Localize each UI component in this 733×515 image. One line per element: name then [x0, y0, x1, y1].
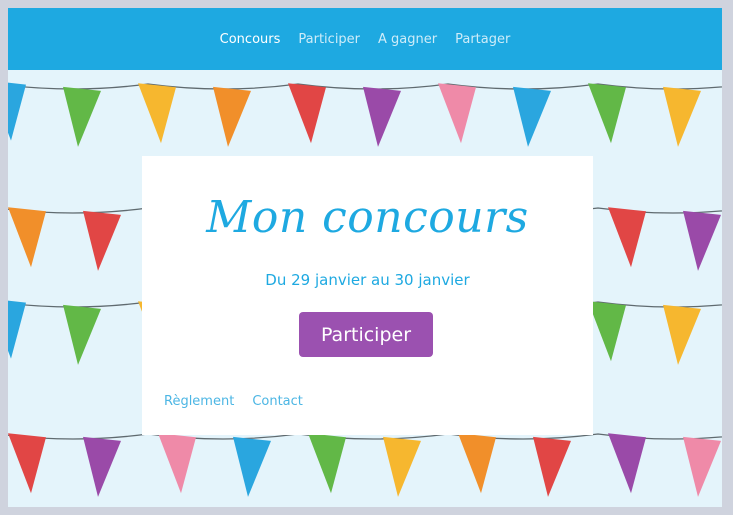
bunting-flag	[588, 301, 626, 362]
bunting-flag	[8, 433, 46, 494]
bunting-flag	[683, 210, 721, 271]
bunting-flag	[608, 433, 646, 494]
bunting-flag	[63, 304, 101, 365]
contest-card: Mon concours Du 29 janvier au 30 janvier…	[142, 156, 593, 435]
bunting-flag	[83, 210, 121, 271]
bunting-flag	[683, 436, 721, 497]
bunting-flag	[233, 436, 271, 497]
bunting-flag	[213, 86, 251, 147]
bunting-flag	[288, 83, 326, 144]
bunting-flag	[588, 83, 626, 144]
bunting-flag	[308, 433, 346, 494]
contest-dates: Du 29 janvier au 30 janvier	[265, 271, 470, 289]
bunting-flag	[363, 86, 401, 147]
bunting-flag	[158, 433, 196, 494]
nav-item-a-gagner[interactable]: A gagner	[378, 32, 437, 47]
bunting-flag	[608, 207, 646, 268]
bunting-flag	[513, 86, 551, 147]
bunting-flag	[8, 207, 46, 268]
footer-links: Règlement Contact	[164, 394, 303, 409]
bunting-flag	[8, 82, 26, 141]
rules-link[interactable]: Règlement	[164, 394, 234, 409]
bunting-flag	[63, 86, 101, 147]
page-frame: Concours Participer A gagner Partager Mo…	[8, 8, 722, 507]
contact-link[interactable]: Contact	[252, 394, 303, 409]
nav-item-partager[interactable]: Partager	[455, 32, 510, 47]
participate-button[interactable]: Participer	[299, 312, 433, 357]
top-navigation: Concours Participer A gagner Partager	[8, 8, 722, 70]
contest-title: Mon concours	[206, 192, 529, 243]
bunting-flag	[83, 436, 121, 497]
bunting-flag	[458, 433, 496, 494]
bunting-flag	[663, 304, 701, 365]
nav-item-participer[interactable]: Participer	[298, 32, 360, 47]
nav-item-concours[interactable]: Concours	[220, 32, 281, 47]
bunting-flag	[438, 83, 476, 144]
bunting-flag	[8, 300, 26, 359]
bunting-flag	[138, 83, 176, 144]
bunting-flag	[383, 436, 421, 497]
bunting-flag	[663, 86, 701, 147]
bunting-flag	[533, 436, 571, 497]
